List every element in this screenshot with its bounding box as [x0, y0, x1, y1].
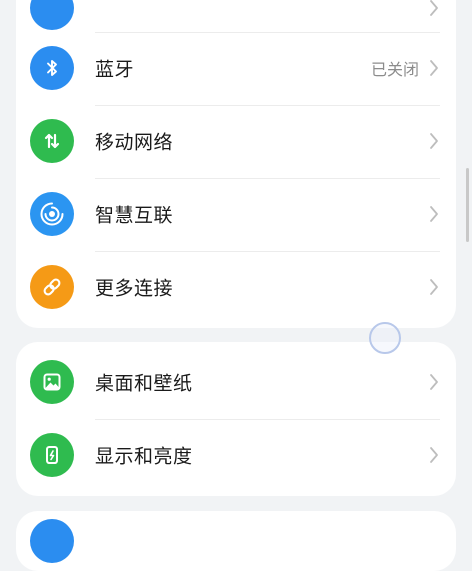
settings-row-label: 蓝牙	[95, 58, 135, 81]
settings-row-display-brightness[interactable]: 显示和亮度	[16, 419, 456, 491]
settings-row-label: 更多连接	[95, 277, 174, 300]
top-partial-icon	[30, 0, 74, 30]
mobile-network-icon	[30, 119, 74, 163]
settings-row-label: 桌面和壁纸	[95, 372, 193, 395]
chevron-right-icon	[430, 447, 438, 463]
chevron-right-icon	[430, 374, 438, 390]
partial-item-icon	[30, 519, 74, 563]
display-card: 桌面和壁纸 显示和亮度	[16, 342, 456, 496]
settings-row-smart-connect[interactable]: 智慧互联	[16, 178, 456, 250]
settings-row-label: 移动网络	[95, 131, 174, 154]
bluetooth-status: 已关闭	[370, 60, 419, 79]
scrollbar[interactable]	[466, 168, 469, 242]
next-settings-card	[16, 511, 456, 571]
touch-indicator	[369, 322, 401, 354]
link-icon	[30, 265, 74, 309]
bluetooth-icon	[30, 46, 74, 90]
display-brightness-icon	[30, 433, 74, 477]
chevron-right-icon	[430, 60, 438, 76]
chevron-right-icon	[430, 279, 438, 295]
chevron-right-icon	[430, 206, 438, 222]
settings-row-more-connections[interactable]: 更多连接	[16, 251, 456, 323]
chevron-right-icon	[430, 133, 438, 149]
settings-row-label: 智慧互联	[95, 204, 174, 227]
settings-row-mobile-network[interactable]: 移动网络	[16, 105, 456, 177]
smart-connect-icon	[30, 192, 74, 236]
wallpaper-icon	[30, 360, 74, 404]
settings-row-label: 显示和亮度	[95, 445, 193, 468]
connectivity-card: 蓝牙 已关闭 移动网络 智慧互联 更多连接	[16, 0, 456, 328]
settings-row-wallpaper[interactable]: 桌面和壁纸	[16, 346, 456, 418]
chevron-right-icon	[430, 0, 438, 16]
settings-row-bluetooth[interactable]: 蓝牙 已关闭	[16, 32, 456, 104]
